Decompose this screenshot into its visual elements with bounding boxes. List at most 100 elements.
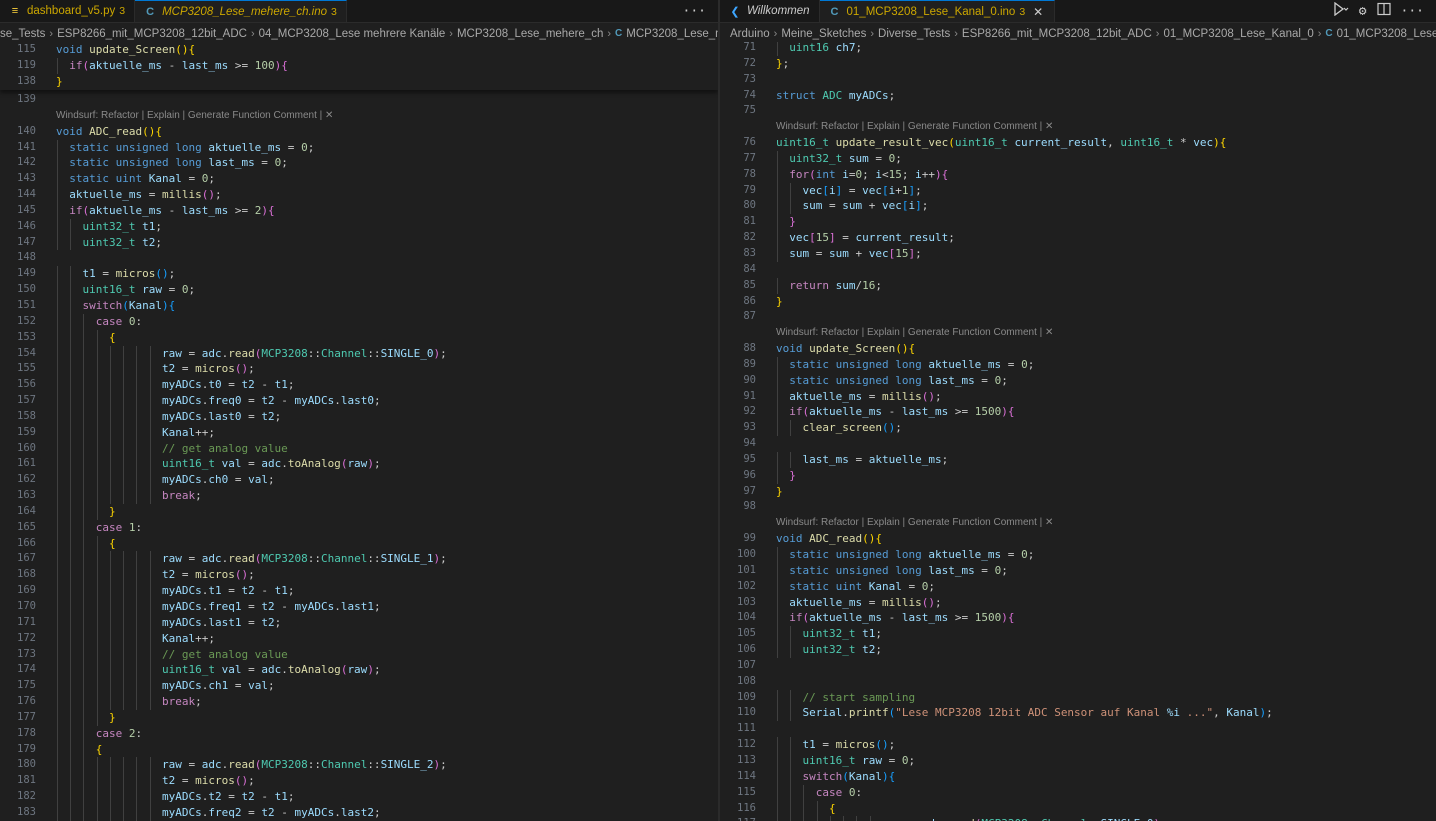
code-line[interactable]: 150 uint16_t raw = 0;: [0, 282, 718, 298]
code-line[interactable]: 180 raw = adc.read(MCP3208::Channel::SIN…: [0, 757, 718, 774]
code-line[interactable]: 78 for(int i=0; i<15; i++){: [720, 166, 1436, 183]
code-line[interactable]: 176 break;: [0, 694, 718, 710]
breadcrumb-item[interactable]: Meine_Sketches: [781, 28, 866, 40]
code-line[interactable]: 105 uint32_t t1;: [720, 626, 1436, 643]
code-line[interactable]: 96 }: [720, 467, 1436, 484]
codelens-actions[interactable]: Windsurf: Refactor | Explain | Generate …: [720, 515, 1436, 531]
code-line[interactable]: 169 myADCs.t1 = t2 - t1;: [0, 583, 718, 599]
code-line[interactable]: 79 vec[i] = vec[i+1];: [720, 182, 1436, 199]
code-line[interactable]: 177 }: [0, 709, 718, 726]
code-line[interactable]: 110 Serial.printf("Lese MCP3208 12bit AD…: [720, 705, 1436, 722]
code-line[interactable]: 112 t1 = micros();: [720, 737, 1436, 753]
code-line[interactable]: 165 case 1:: [0, 519, 718, 536]
code-line[interactable]: 92 if(aktuelle_ms - last_ms >= 1500){: [720, 404, 1436, 421]
code-line[interactable]: 115 void update_Screen(){: [0, 42, 718, 58]
code-line[interactable]: 166 {: [0, 535, 718, 552]
tab-mcp3208-lese-mehere-ch[interactable]: C MCP3208_Lese_mehere_ch.ino 3: [135, 0, 347, 22]
code-line[interactable]: 102 static uint Kanal = 0;: [720, 578, 1436, 595]
code-line[interactable]: 113 uint16_t raw = 0;: [720, 752, 1436, 769]
code-line[interactable]: 100 static unsigned long aktuelle_ms = 0…: [720, 547, 1436, 563]
more-actions-icon[interactable]: ···: [1401, 4, 1424, 19]
code-line[interactable]: 99 void ADC_read(){: [720, 531, 1436, 547]
code-line[interactable]: 181 t2 = micros();: [0, 773, 718, 790]
code-editor[interactable]: 71 uint16 ch7; 72}; 73 74 struct ADC myADCs;…: [720, 42, 1436, 821]
code-line[interactable]: 154 raw = adc.read(MCP3208::Channel::SIN…: [0, 345, 718, 362]
code-line[interactable]: 168 t2 = micros();: [0, 567, 718, 584]
breadcrumb-item[interactable]: C01_MCP3208_Lese_Kanal_0.ino: [1325, 28, 1436, 40]
tab-01-mcp3208-lese-kanal-0[interactable]: C 01_MCP3208_Lese_Kanal_0.ino 3 ✕: [819, 0, 1056, 22]
code-line[interactable]: 116 {: [720, 800, 1436, 817]
code-line[interactable]: 174 uint16_t val = adc.toAnalog(raw);: [0, 662, 718, 679]
code-line[interactable]: 162 myADCs.ch0 = val;: [0, 472, 718, 489]
code-line[interactable]: 175 myADCs.ch1 = val;: [0, 678, 718, 695]
code-line[interactable]: 101 static unsigned long last_ms = 0;: [720, 562, 1436, 579]
codelens-actions[interactable]: Windsurf: Refactor | Explain | Generate …: [720, 325, 1436, 341]
breadcrumb-item[interactable]: se_Tests: [0, 28, 45, 40]
code-line[interactable]: 151 switch(Kanal){: [0, 297, 718, 314]
code-line[interactable]: 106 uint32_t t2;: [720, 642, 1436, 658]
code-line[interactable]: 115 case 0:: [720, 784, 1436, 801]
code-line[interactable]: 138}: [0, 74, 718, 90]
code-line[interactable]: 94: [720, 436, 1436, 452]
code-line[interactable]: 153 {: [0, 329, 718, 346]
codelens-actions[interactable]: Windsurf: Refactor | Explain | Generate …: [720, 119, 1436, 135]
breadcrumb-item[interactable]: ESP8266_mit_MCP3208_12bit_ADC: [57, 28, 247, 40]
code-line[interactable]: 87: [720, 309, 1436, 325]
run-debug-icon[interactable]: [1333, 1, 1349, 20]
breadcrumb-item[interactable]: Arduino: [730, 28, 770, 40]
code-line[interactable]: 149 t1 = micros();: [0, 266, 718, 283]
more-actions-icon[interactable]: ···: [683, 4, 706, 19]
code-line[interactable]: 155 t2 = micros();: [0, 361, 718, 378]
code-line[interactable]: 164 }: [0, 503, 718, 520]
code-line[interactable]: 156 myADCs.t0 = t2 - t1;: [0, 377, 718, 394]
code-line[interactable]: 146 uint32_t t1;: [0, 218, 718, 235]
code-line[interactable]: 88 void update_Screen(){: [720, 341, 1436, 357]
sticky-scroll-header[interactable]: 115 void update_Screen(){119 if(aktuelle_…: [0, 42, 718, 90]
breadcrumb-item[interactable]: CMCP3208_Lese_mehere_ch.ino: [615, 28, 718, 40]
breadcrumb-item[interactable]: ESP8266_mit_MCP3208_12bit_ADC: [962, 28, 1152, 40]
code-line[interactable]: 84: [720, 262, 1436, 278]
code-line[interactable]: 82 vec[15] = current_result;: [720, 230, 1436, 246]
code-editor[interactable]: 115 void update_Screen(){119 if(aktuelle_…: [0, 42, 718, 821]
code-line[interactable]: 89 static unsigned long aktuelle_ms = 0;: [720, 356, 1436, 373]
tab-willkommen[interactable]: ❮ Willkommen: [720, 0, 820, 22]
code-line[interactable]: 147 uint32_t t2;: [0, 234, 718, 251]
code-line[interactable]: 139: [0, 92, 718, 108]
code-line[interactable]: 140 void ADC_read(){: [0, 124, 718, 140]
code-line[interactable]: 81 }: [720, 214, 1436, 231]
code-line[interactable]: 86}: [720, 294, 1436, 310]
code-line[interactable]: 75: [720, 103, 1436, 119]
breadcrumb-item[interactable]: MCP3208_Lese_mehere_ch: [457, 28, 603, 40]
split-editor-icon[interactable]: [1376, 2, 1391, 20]
close-icon[interactable]: ✕: [1031, 5, 1045, 19]
tab-dashboard-v5-py[interactable]: ≡ dashboard_v5.py 3: [0, 0, 136, 22]
breadcrumb-item[interactable]: Diverse_Tests: [878, 28, 950, 40]
gear-icon[interactable]: ⚙: [1359, 4, 1367, 19]
code-line[interactable]: 167 raw = adc.read(MCP3208::Channel::SIN…: [0, 551, 718, 568]
code-line[interactable]: 144 aktuelle_ms = millis();: [0, 187, 718, 203]
code-line[interactable]: 73: [720, 72, 1436, 88]
code-line[interactable]: 173 // get analog value: [0, 646, 718, 663]
code-line[interactable]: 179 {: [0, 741, 718, 758]
code-line[interactable]: 141 static unsigned long aktuelle_ms = 0…: [0, 139, 718, 156]
breadcrumb-item[interactable]: 01_MCP3208_Lese_Kanal_0: [1163, 28, 1313, 40]
code-line[interactable]: 145 if(aktuelle_ms - last_ms >= 2){: [0, 202, 718, 219]
code-line[interactable]: 83 sum = sum + vec[15];: [720, 245, 1436, 262]
code-line[interactable]: 157 myADCs.freq0 = t2 - myADCs.last0;: [0, 393, 718, 409]
code-line[interactable]: 182 myADCs.t2 = t2 - t1;: [0, 789, 718, 805]
code-line[interactable]: 178 case 2:: [0, 725, 718, 742]
code-line[interactable]: 163 break;: [0, 488, 718, 504]
code-line[interactable]: 72};: [720, 56, 1436, 72]
code-line[interactable]: 74 struct ADC myADCs;: [720, 88, 1436, 104]
code-line[interactable]: 117 raw = adc.read(MCP3208::Channel::SIN…: [720, 816, 1436, 821]
code-line[interactable]: 148: [0, 250, 718, 266]
code-line[interactable]: 76 uint16_t update_result_vec(uint16_t cu…: [720, 135, 1436, 151]
code-line[interactable]: 160 // get analog value: [0, 440, 718, 457]
code-line[interactable]: 103 aktuelle_ms = millis();: [720, 594, 1436, 611]
code-line[interactable]: 104 if(aktuelle_ms - last_ms >= 1500){: [720, 610, 1436, 627]
code-line[interactable]: 183 myADCs.freq2 = t2 - myADCs.last2;: [0, 804, 718, 821]
code-line[interactable]: 161 uint16_t val = adc.toAnalog(raw);: [0, 456, 718, 473]
breadcrumb-item[interactable]: 04_MCP3208_Lese mehrere Kanäle: [259, 28, 446, 40]
code-line[interactable]: 85 return sum/16;: [720, 277, 1436, 294]
code-line[interactable]: 109 // start sampling: [720, 689, 1436, 706]
